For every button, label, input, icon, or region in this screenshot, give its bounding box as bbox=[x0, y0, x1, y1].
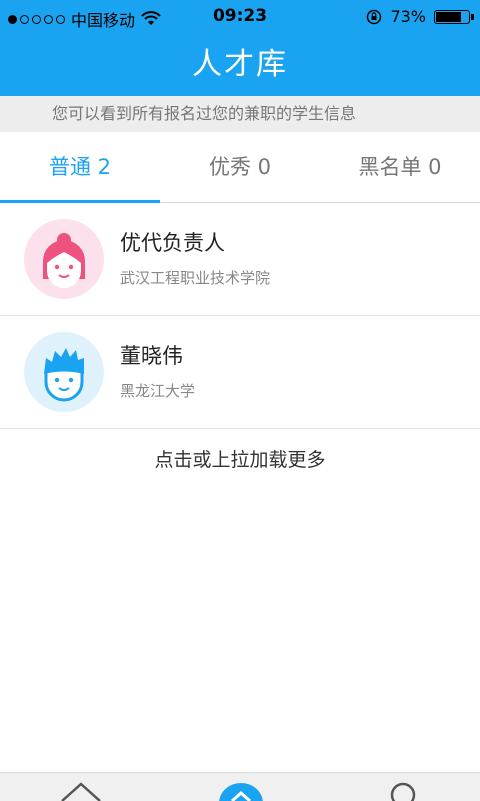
list-item[interactable]: 董晓伟 黑龙江大学 bbox=[0, 316, 480, 429]
tab-bar: 普通 2 优秀 0 黑名单 0 bbox=[0, 132, 480, 203]
status-right: 73% bbox=[366, 7, 474, 26]
page-title: 人才库 bbox=[0, 34, 480, 96]
item-name: 董晓伟 bbox=[120, 344, 183, 368]
tab-blacklist[interactable]: 黑名单 0 bbox=[320, 132, 480, 202]
battery-percent: 73% bbox=[390, 7, 426, 26]
battery-icon bbox=[434, 9, 474, 24]
tab-normal[interactable]: 普通 2 bbox=[0, 132, 160, 203]
profile-icon[interactable] bbox=[388, 781, 418, 801]
load-more-button[interactable]: 点击或上拉加载更多 bbox=[0, 430, 480, 490]
center-home-icon[interactable] bbox=[218, 781, 264, 801]
girl-avatar-icon bbox=[24, 219, 104, 299]
list-item[interactable]: 优代负责人 武汉工程职业技术学院 bbox=[0, 203, 480, 316]
rotation-lock-icon bbox=[367, 9, 382, 24]
item-school: 武汉工程职业技术学院 bbox=[120, 269, 271, 287]
notice-text: 您可以看到所有报名过您的兼职的学生信息 bbox=[52, 104, 357, 123]
boy-avatar-icon bbox=[24, 332, 104, 412]
item-name: 优代负责人 bbox=[120, 231, 225, 255]
notice-bar: 您可以看到所有报名过您的兼职的学生信息 bbox=[0, 96, 480, 132]
status-bar: 中国移动 09:23 73% bbox=[0, 0, 480, 34]
battery-level bbox=[436, 11, 461, 22]
item-school: 黑龙江大学 bbox=[120, 382, 196, 400]
home-icon[interactable] bbox=[60, 781, 102, 801]
tab-excellent[interactable]: 优秀 0 bbox=[160, 132, 320, 202]
bottom-nav bbox=[0, 772, 480, 801]
talent-list: 优代负责人 武汉工程职业技术学院 董晓伟 黑龙江大学 bbox=[0, 203, 480, 429]
